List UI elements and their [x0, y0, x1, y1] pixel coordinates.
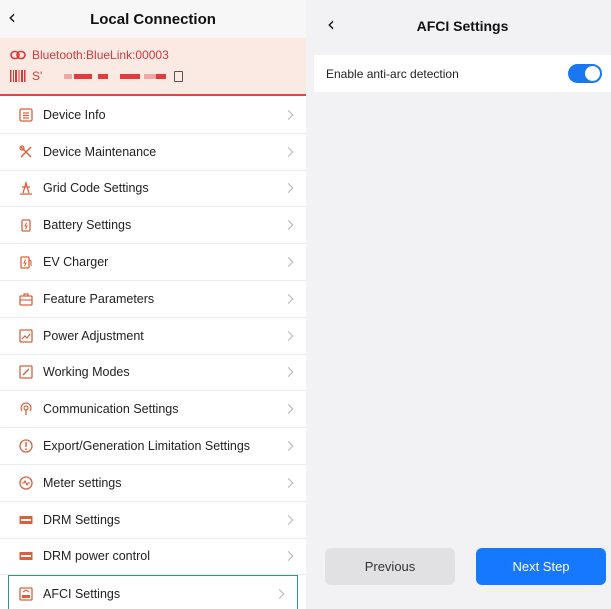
- chevron-right-icon: [283, 146, 294, 157]
- chevron-right-icon: [283, 441, 294, 452]
- chevron-right-icon: [283, 330, 294, 341]
- previous-button[interactable]: Previous: [325, 548, 455, 585]
- grid-code-icon: [19, 181, 33, 196]
- anti-arc-setting-row: Enable anti-arc detection: [314, 55, 611, 92]
- menu-item-label: Export/Generation Limitation Settings: [43, 439, 251, 454]
- chevron-right-icon: [283, 220, 294, 231]
- menu-item-grid-code-settings[interactable]: Grid Code Settings: [0, 170, 306, 208]
- device-info-icon: [19, 108, 33, 122]
- menu-item-label: Device Maintenance: [43, 144, 157, 159]
- redacted-block: [144, 73, 157, 79]
- copy-icon[interactable]: [174, 70, 184, 82]
- menu-item-feature-parameters[interactable]: Feature Parameters: [0, 280, 306, 318]
- menu-item-export-generation-limitation[interactable]: Export/Generation Limitation Settings: [0, 428, 306, 465]
- chevron-right-icon: [283, 404, 294, 415]
- menu-item-device-maintenance[interactable]: Device Maintenance: [0, 133, 306, 171]
- chevron-right-icon: [283, 551, 294, 562]
- toggle-knob: [585, 66, 600, 81]
- menu-item-communication-settings[interactable]: Communication Settings: [0, 391, 306, 429]
- working-modes-icon: [19, 365, 33, 380]
- chevron-right-icon: [283, 257, 294, 268]
- redacted-block: [98, 73, 109, 79]
- redacted-block: [156, 73, 167, 79]
- device-card: Bluetooth:BlueLink:00003 S': [0, 38, 306, 96]
- right-header: ‹ AFCI Settings: [314, 0, 611, 52]
- bluetooth-row: Bluetooth:BlueLink:00003: [10, 48, 169, 62]
- afci-icon: [19, 587, 33, 601]
- feature-parameters-icon: [19, 292, 33, 306]
- redacted-block: [64, 73, 73, 79]
- chevron-right-icon: [283, 293, 294, 304]
- drm-icon: [19, 513, 33, 527]
- menu-item-label: Working Modes: [43, 365, 130, 380]
- menu-item-drm-settings[interactable]: DRM Settings: [0, 501, 306, 539]
- menu-item-meter-settings[interactable]: Meter settings: [0, 464, 306, 502]
- menu-item-label: Communication Settings: [43, 402, 179, 417]
- power-adjustment-icon: [19, 329, 33, 343]
- maintenance-tools-icon: [19, 145, 33, 159]
- bluetooth-label: Bluetooth:BlueLink:00003: [32, 48, 169, 62]
- page-title: AFCI Settings: [416, 18, 509, 34]
- serial-prefix: S': [32, 69, 43, 83]
- anti-arc-toggle[interactable]: [568, 64, 602, 83]
- link-icon: [10, 49, 26, 61]
- settings-menu: Device Info Device Maintenance Grid Code…: [0, 97, 306, 609]
- redacted-block: [120, 73, 141, 79]
- menu-item-label: DRM power control: [43, 549, 150, 564]
- menu-item-afci-settings[interactable]: AFCI Settings: [8, 575, 298, 609]
- chevron-right-icon: [283, 367, 294, 378]
- menu-item-device-info[interactable]: Device Info: [0, 97, 306, 134]
- menu-item-label: Power Adjustment: [43, 328, 144, 343]
- menu-item-drm-power-control[interactable]: DRM power control: [0, 538, 306, 576]
- anti-arc-label: Enable anti-arc detection: [326, 66, 459, 81]
- menu-item-label: AFCI Settings: [43, 586, 121, 601]
- afci-settings-panel: ‹ AFCI Settings Enable anti-arc detectio…: [314, 0, 611, 609]
- drm-power-icon: [19, 549, 33, 563]
- menu-item-label: DRM Settings: [43, 512, 121, 527]
- next-step-button[interactable]: Next Step: [476, 548, 606, 585]
- chevron-right-icon: [283, 109, 294, 120]
- page-title: Local Connection: [90, 11, 216, 28]
- chevron-right-icon: [283, 514, 294, 525]
- menu-item-label: Battery Settings: [43, 218, 132, 233]
- chevron-right-icon: [274, 588, 285, 599]
- chevron-right-icon: [283, 183, 294, 194]
- menu-item-ev-charger[interactable]: EV Charger: [0, 244, 306, 281]
- menu-item-label: EV Charger: [43, 255, 109, 270]
- menu-item-label: Device Info: [43, 107, 106, 122]
- menu-item-label: Feature Parameters: [43, 291, 155, 306]
- communication-icon: [19, 402, 33, 416]
- serial-row: S': [10, 69, 184, 83]
- menu-item-battery-settings[interactable]: Battery Settings: [0, 207, 306, 245]
- redacted-block: [74, 73, 93, 79]
- left-header: ‹ Local Connection: [0, 0, 306, 38]
- menu-item-power-adjustment[interactable]: Power Adjustment: [0, 317, 306, 355]
- menu-item-label: Grid Code Settings: [43, 181, 149, 196]
- menu-item-label: Meter settings: [43, 475, 122, 490]
- export-limit-icon: [19, 439, 33, 453]
- local-connection-panel: ‹ Local Connection Bluetooth:BlueLink:00…: [0, 0, 306, 609]
- battery-icon: [19, 218, 33, 232]
- menu-item-working-modes[interactable]: Working Modes: [0, 354, 306, 392]
- ev-charger-icon: [19, 255, 33, 269]
- barcode-icon: [10, 70, 26, 82]
- chevron-right-icon: [283, 477, 294, 488]
- meter-icon: [19, 476, 33, 490]
